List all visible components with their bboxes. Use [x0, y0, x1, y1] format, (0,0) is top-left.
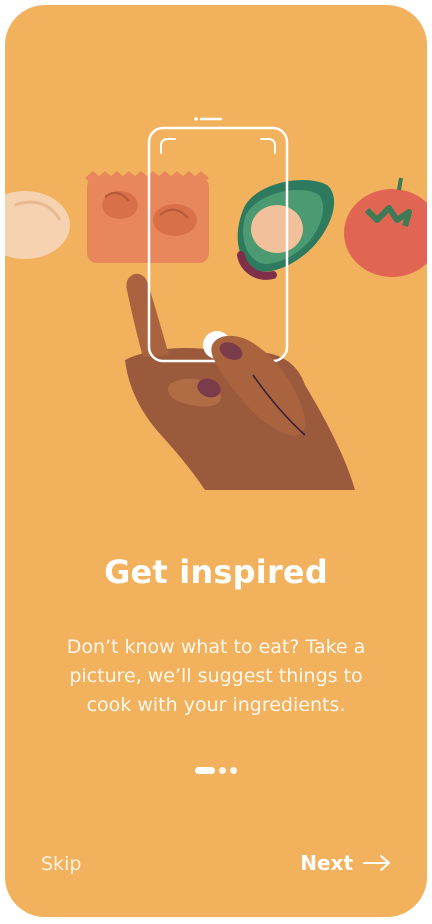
- onboarding-description: Don’t know what to eat? Take a picture, …: [66, 636, 366, 716]
- tomato-illustration: [344, 177, 427, 277]
- bread-illustration: [5, 191, 70, 259]
- onboarding-illustration: [5, 117, 427, 490]
- skip-button[interactable]: Skip: [41, 853, 81, 875]
- arrow-right-icon: [363, 854, 391, 872]
- next-button[interactable]: Next: [300, 851, 391, 875]
- page-indicator-dot: [230, 767, 237, 774]
- page-indicator-dot: [219, 767, 226, 774]
- page-title: Get inspired: [104, 553, 328, 591]
- onboarding-screen: Get inspired Don’t know what to eat? Tak…: [5, 5, 427, 917]
- page-indicator-dot-active: [195, 767, 215, 774]
- next-button-label: Next: [300, 851, 353, 875]
- page-indicator: [5, 767, 427, 774]
